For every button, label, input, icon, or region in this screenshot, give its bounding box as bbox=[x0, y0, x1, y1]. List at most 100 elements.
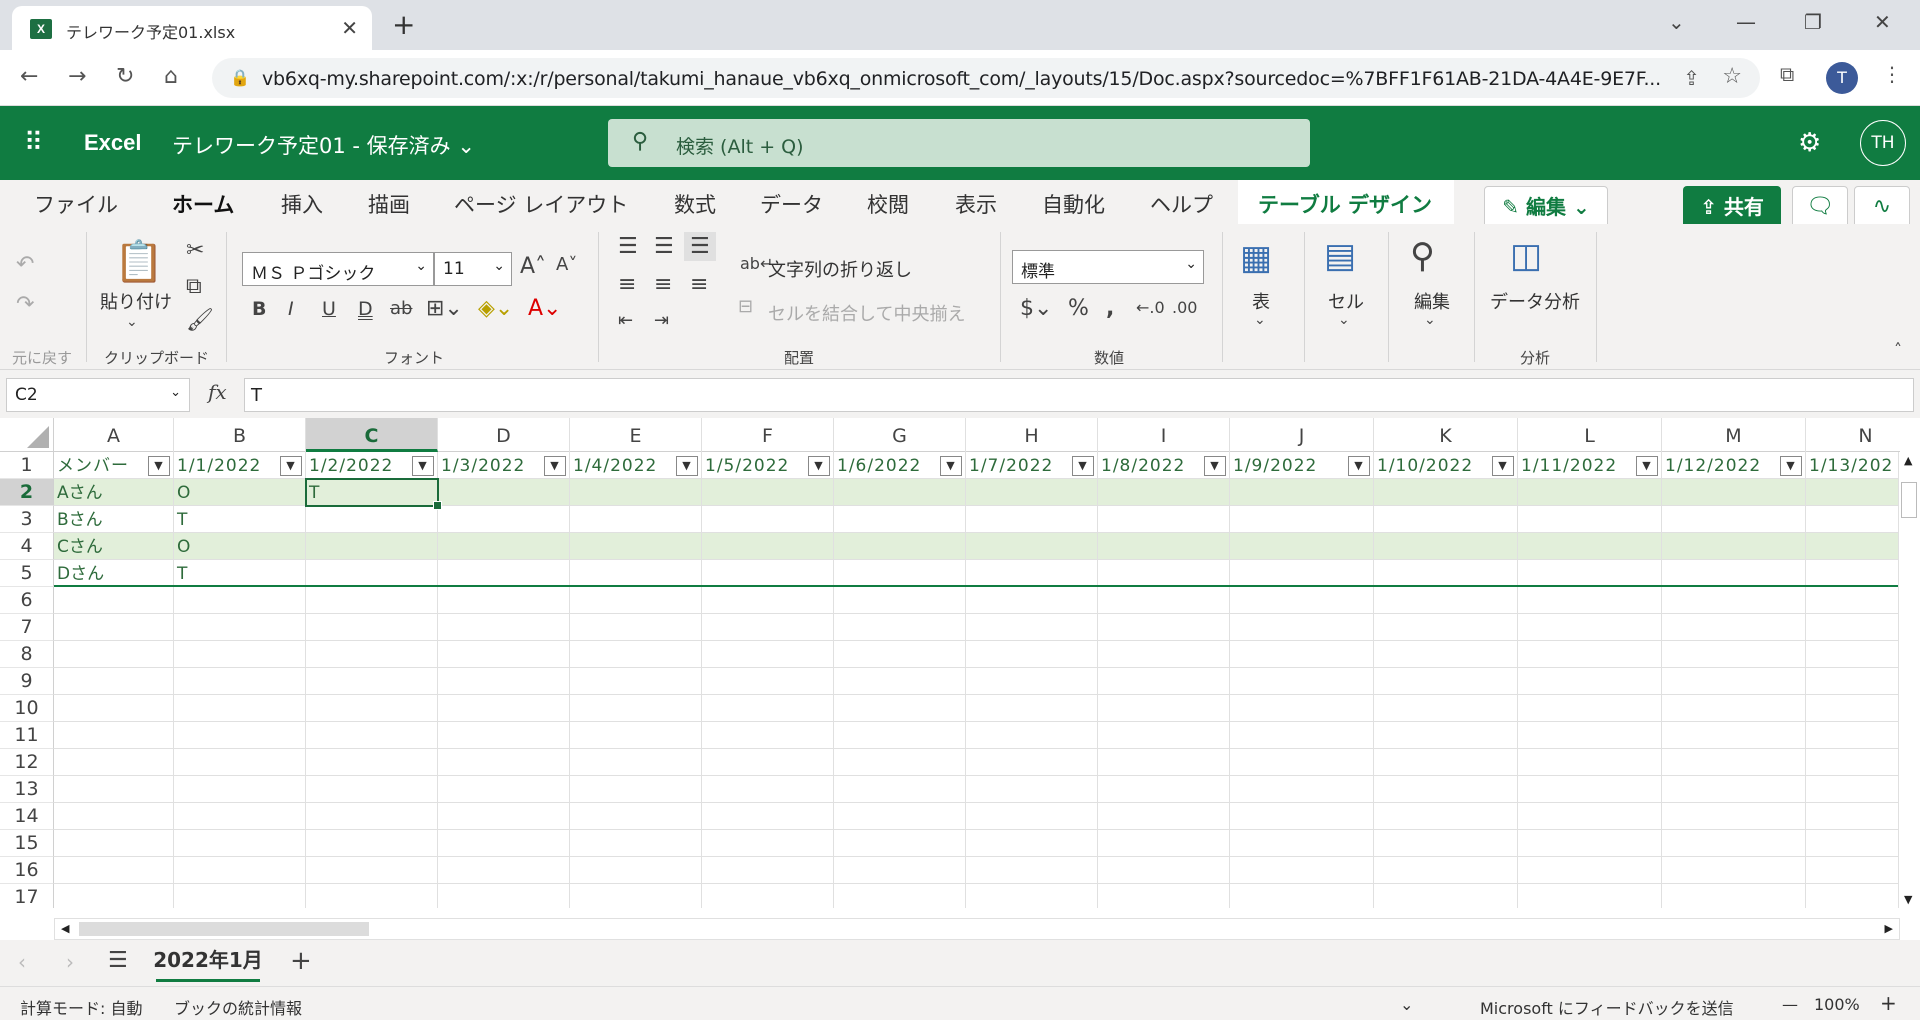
cell-j8[interactable] bbox=[1230, 641, 1374, 668]
cell-j2[interactable] bbox=[1230, 479, 1374, 506]
row-header-10[interactable]: 10 bbox=[0, 695, 54, 722]
cell-f1[interactable]: 1/5/2022 ▼ bbox=[702, 452, 834, 479]
cell-k5[interactable] bbox=[1374, 560, 1518, 587]
column-header-b[interactable]: B bbox=[174, 418, 306, 452]
workbook-statistics[interactable]: ブックの統計情報 bbox=[174, 995, 302, 1019]
name-box[interactable]: C2 ⌄ bbox=[6, 378, 190, 412]
cell-b13[interactable] bbox=[174, 776, 306, 803]
cell-i17[interactable] bbox=[1098, 884, 1230, 908]
cell-c7[interactable] bbox=[306, 614, 438, 641]
vertical-scroll-thumb[interactable] bbox=[1901, 482, 1917, 518]
tab-help[interactable]: ヘルプ bbox=[1150, 189, 1213, 219]
cell-a15[interactable] bbox=[54, 830, 174, 857]
double-underline-icon[interactable]: D bbox=[358, 298, 373, 320]
cell-d15[interactable] bbox=[438, 830, 570, 857]
increase-font-icon[interactable]: A˄ bbox=[520, 254, 546, 279]
cell-g3[interactable] bbox=[834, 506, 966, 533]
reload-icon[interactable]: ↻ bbox=[116, 64, 134, 89]
cell-b17[interactable] bbox=[174, 884, 306, 908]
cell-e1[interactable]: 1/4/2022 ▼ bbox=[570, 452, 702, 479]
cell-f3[interactable] bbox=[702, 506, 834, 533]
cell-b16[interactable] bbox=[174, 857, 306, 884]
column-header-n[interactable]: N bbox=[1806, 418, 1920, 452]
cell-e3[interactable] bbox=[570, 506, 702, 533]
cell-m3[interactable] bbox=[1662, 506, 1806, 533]
cell-b12[interactable] bbox=[174, 749, 306, 776]
cell-m16[interactable] bbox=[1662, 857, 1806, 884]
cell-j9[interactable] bbox=[1230, 668, 1374, 695]
cell-a4[interactable]: Cさん bbox=[54, 533, 174, 560]
tab-file[interactable]: ファイル bbox=[34, 189, 118, 219]
filter-dropdown-icon[interactable]: ▼ bbox=[1780, 456, 1802, 476]
filter-dropdown-icon[interactable]: ▼ bbox=[1348, 456, 1370, 476]
cell-e2[interactable] bbox=[570, 479, 702, 506]
cell-i10[interactable] bbox=[1098, 695, 1230, 722]
comments-icon[interactable]: 🗨 bbox=[1792, 186, 1848, 228]
cell-c11[interactable] bbox=[306, 722, 438, 749]
number-format-select[interactable]: 標準 ⌄ bbox=[1012, 250, 1204, 284]
align-right-icon[interactable]: ≡ bbox=[690, 272, 708, 297]
document-title[interactable]: テレワーク予定01 - 保存済み ⌄ bbox=[172, 130, 475, 160]
back-icon[interactable]: ← bbox=[20, 64, 38, 89]
cell-a10[interactable] bbox=[54, 695, 174, 722]
column-header-c[interactable]: C bbox=[306, 418, 438, 452]
increase-decimal-icon[interactable]: ←.0 bbox=[1136, 298, 1165, 317]
cell-i1[interactable]: 1/8/2022 ▼ bbox=[1098, 452, 1230, 479]
cell-b15[interactable] bbox=[174, 830, 306, 857]
cell-d2[interactable] bbox=[438, 479, 570, 506]
cell-a8[interactable] bbox=[54, 641, 174, 668]
cell-f11[interactable] bbox=[702, 722, 834, 749]
align-center-icon[interactable]: ≡ bbox=[654, 272, 672, 297]
all-sheets-menu-icon[interactable]: ☰ bbox=[108, 948, 128, 973]
scroll-left-icon[interactable]: ◀ bbox=[61, 922, 69, 935]
minimize-icon[interactable]: — bbox=[1736, 10, 1756, 34]
cell-k8[interactable] bbox=[1374, 641, 1518, 668]
cell-j11[interactable] bbox=[1230, 722, 1374, 749]
cell-d9[interactable] bbox=[438, 668, 570, 695]
cell-a12[interactable] bbox=[54, 749, 174, 776]
cell-l7[interactable] bbox=[1518, 614, 1662, 641]
cell-k2[interactable] bbox=[1374, 479, 1518, 506]
filter-dropdown-icon[interactable]: ▼ bbox=[808, 456, 830, 476]
cell-h14[interactable] bbox=[966, 803, 1098, 830]
cell-a1[interactable]: メンバー ▼ bbox=[54, 452, 174, 479]
chevron-down-icon[interactable]: ⌄ bbox=[1338, 312, 1350, 328]
cell-b11[interactable] bbox=[174, 722, 306, 749]
cell-j14[interactable] bbox=[1230, 803, 1374, 830]
cell-h1[interactable]: 1/7/2022 ▼ bbox=[966, 452, 1098, 479]
column-header-f[interactable]: F bbox=[702, 418, 834, 452]
add-sheet-button[interactable]: + bbox=[290, 946, 312, 976]
cell-m14[interactable] bbox=[1662, 803, 1806, 830]
share-page-icon[interactable]: ⇪ bbox=[1683, 66, 1700, 90]
undo-icon[interactable]: ↶ bbox=[16, 252, 34, 277]
cell-k12[interactable] bbox=[1374, 749, 1518, 776]
cell-a7[interactable] bbox=[54, 614, 174, 641]
sheet-tab-2022-jan[interactable]: 2022年1月 bbox=[150, 940, 266, 984]
row-header-5[interactable]: 5 bbox=[0, 560, 54, 587]
column-header-h[interactable]: H bbox=[966, 418, 1098, 452]
borders-icon[interactable]: ⊞⌄ bbox=[426, 296, 463, 321]
cell-h11[interactable] bbox=[966, 722, 1098, 749]
column-header-k[interactable]: K bbox=[1374, 418, 1518, 452]
align-bottom-icon[interactable]: ☰ bbox=[684, 232, 716, 261]
cut-icon[interactable]: ✂ bbox=[186, 238, 204, 263]
cell-m6[interactable] bbox=[1662, 587, 1806, 614]
cell-a16[interactable] bbox=[54, 857, 174, 884]
cell-h13[interactable] bbox=[966, 776, 1098, 803]
settings-gear-icon[interactable]: ⚙ bbox=[1798, 128, 1821, 158]
cell-d10[interactable] bbox=[438, 695, 570, 722]
cell-h12[interactable] bbox=[966, 749, 1098, 776]
cell-g1[interactable]: 1/6/2022 ▼ bbox=[834, 452, 966, 479]
cell-a5[interactable]: Dさん bbox=[54, 560, 174, 587]
cell-h15[interactable] bbox=[966, 830, 1098, 857]
cell-a6[interactable] bbox=[54, 587, 174, 614]
next-sheet-icon[interactable]: › bbox=[66, 950, 74, 974]
cell-l5[interactable] bbox=[1518, 560, 1662, 587]
cell-i6[interactable] bbox=[1098, 587, 1230, 614]
decrease-font-icon[interactable]: A˅ bbox=[556, 254, 577, 275]
column-header-j[interactable]: J bbox=[1230, 418, 1374, 452]
cell-l3[interactable] bbox=[1518, 506, 1662, 533]
cell-e12[interactable] bbox=[570, 749, 702, 776]
table-label[interactable]: 表 bbox=[1252, 288, 1270, 314]
cell-b1[interactable]: 1/1/2022 ▼ bbox=[174, 452, 306, 479]
